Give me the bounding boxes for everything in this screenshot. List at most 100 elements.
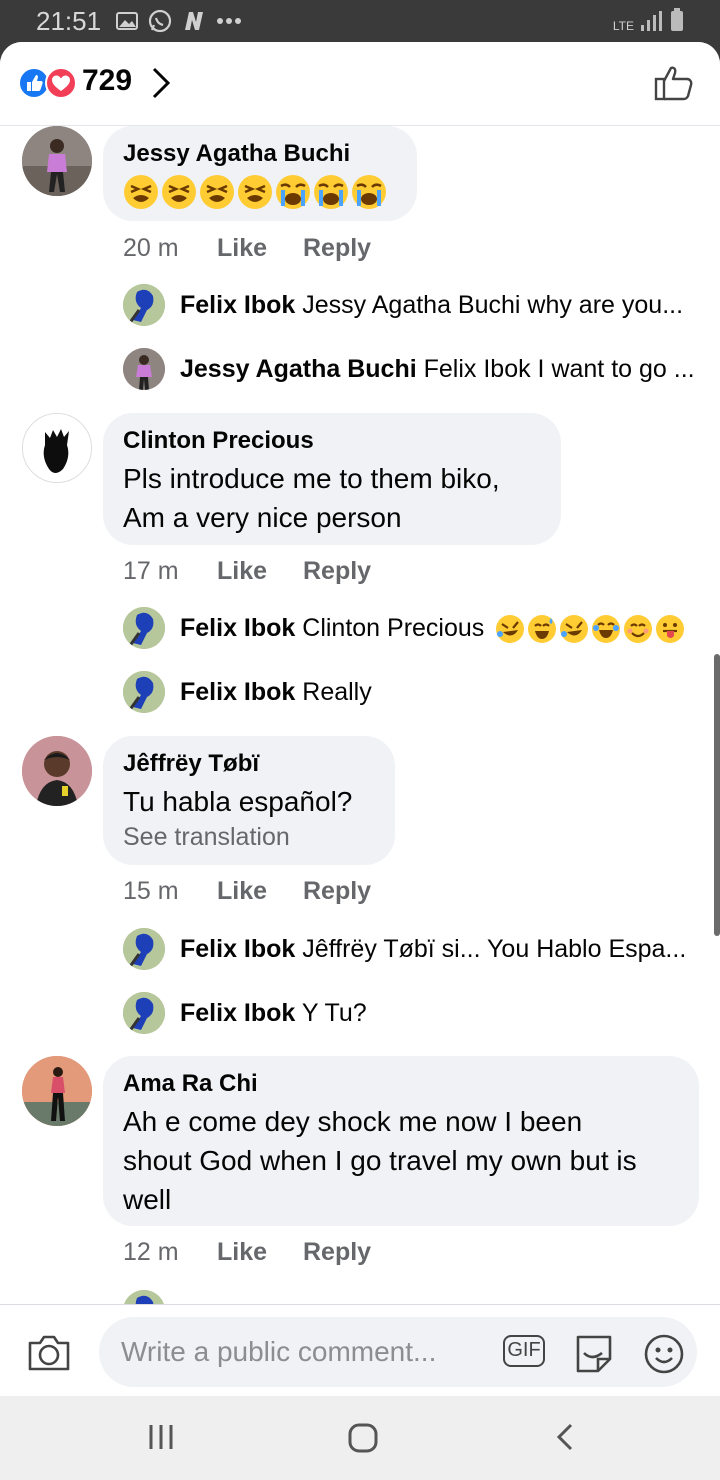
avatar[interactable] xyxy=(123,671,165,713)
sticker-icon[interactable] xyxy=(572,1331,616,1375)
avatar[interactable] xyxy=(123,992,165,1034)
avatar[interactable] xyxy=(22,736,92,806)
comment-time: 12 m xyxy=(123,1238,179,1266)
tired-face-emoji xyxy=(162,175,196,209)
comment-text-line: Pls introduce me to them biko, xyxy=(123,463,500,494)
tongue-emoji xyxy=(656,615,685,644)
camera-icon[interactable] xyxy=(26,1333,72,1373)
comment-composer: GIF xyxy=(0,1304,720,1396)
back-icon[interactable] xyxy=(553,1422,577,1452)
reply-button[interactable]: Reply xyxy=(303,234,371,263)
comment-text: Tu habla español? xyxy=(123,786,353,817)
signal-icon xyxy=(641,11,662,31)
comment-text-line: shout God when I go travel my own but is xyxy=(123,1145,637,1176)
like-button[interactable]: Like xyxy=(217,1238,267,1267)
avatar[interactable] xyxy=(123,1290,165,1304)
comment-text-line: Ah e come dey shock me now I been xyxy=(123,1106,583,1137)
reply-author[interactable]: Felix Ibok xyxy=(180,935,295,963)
reply-text: Felix Ibok I want to go ... xyxy=(423,355,695,383)
comment-text: Ah e come dey shock me now I been shout … xyxy=(123,1102,679,1219)
reply-author[interactable]: Felix Ibok xyxy=(180,678,295,706)
rofl-emoji xyxy=(496,615,525,644)
gallery-icon xyxy=(116,12,138,30)
reaction-count[interactable]: 729 xyxy=(82,64,132,98)
avatar[interactable] xyxy=(22,126,92,196)
reply-button[interactable]: Reply xyxy=(303,1238,371,1267)
joy-emoji xyxy=(592,615,621,644)
comment-bubble[interactable]: Jessy Agatha Buchi xyxy=(103,126,417,221)
blush-emoji xyxy=(624,615,653,644)
comment-bubble[interactable]: Clinton Precious Pls introduce me to the… xyxy=(103,413,561,545)
scrollbar[interactable] xyxy=(714,654,720,936)
reply-button[interactable]: Reply xyxy=(303,877,371,906)
home-icon[interactable] xyxy=(347,1422,379,1454)
reply-author[interactable]: Jessy Agatha Buchi xyxy=(180,355,417,383)
reply-cut-off[interactable] xyxy=(0,1290,720,1304)
comment-bubble[interactable]: Jêffrëy Tøbï Tu habla español? See trans… xyxy=(103,736,395,865)
avatar[interactable] xyxy=(123,284,165,326)
crying-face-emoji xyxy=(352,175,386,209)
emoji-icon[interactable] xyxy=(643,1333,685,1375)
chevron-right-icon[interactable] xyxy=(150,66,172,100)
reply-text: Clinton Precious xyxy=(302,614,485,642)
reply[interactable]: Felix Ibok Really xyxy=(0,671,720,715)
more-icon xyxy=(217,18,241,24)
rofl-emoji xyxy=(560,615,589,644)
comment-author[interactable]: Jêffrëy Tøbï xyxy=(123,750,375,778)
gif-label: GIF xyxy=(507,1339,541,1361)
reply[interactable]: Felix Ibok Jessy Agatha Buchi why are yo… xyxy=(0,284,720,328)
tired-face-emoji xyxy=(238,175,272,209)
reply[interactable]: Jessy Agatha Buchi Felix Ibok I want to … xyxy=(0,348,720,392)
crying-face-emoji xyxy=(276,175,310,209)
comment-time: 17 m xyxy=(123,557,179,585)
system-icons: LTE xyxy=(613,8,684,32)
comment-author[interactable]: Ama Ra Chi xyxy=(123,1070,679,1098)
sweat-smile-emoji xyxy=(528,615,557,644)
battery-icon xyxy=(671,8,683,31)
reply-text: Y Tu? xyxy=(301,999,367,1027)
status-time: 21:51 xyxy=(36,6,102,36)
reaction-icons[interactable] xyxy=(18,67,78,99)
reply-text: Really xyxy=(302,678,372,706)
gif-button[interactable]: GIF xyxy=(503,1335,545,1367)
comment-text: Pls introduce me to them biko, Am a very… xyxy=(123,459,541,537)
comment-bubble[interactable]: Ama Ra Chi Ah e come dey shock me now I … xyxy=(103,1056,699,1226)
avatar[interactable] xyxy=(123,607,165,649)
avatar[interactable] xyxy=(22,1056,92,1126)
reply-text: Jessy Agatha Buchi why are you... xyxy=(302,291,684,319)
reply-button[interactable]: Reply xyxy=(303,557,371,586)
see-translation-link[interactable]: See translation xyxy=(123,823,375,852)
like-button[interactable]: Like xyxy=(217,877,267,906)
emoji-text xyxy=(495,614,685,644)
comments-sheet: 729 Jessy Agatha Buchi 20 m Like Reply F… xyxy=(0,42,720,1396)
tired-face-emoji xyxy=(124,175,158,209)
comment-text-line: well xyxy=(123,1184,172,1215)
comments-list[interactable]: Jessy Agatha Buchi 20 m Like Reply Felix… xyxy=(0,126,720,1304)
comment-author[interactable]: Clinton Precious xyxy=(123,427,541,455)
like-button[interactable]: Like xyxy=(217,557,267,586)
avatar[interactable] xyxy=(22,413,92,483)
thumbs-up-icon[interactable] xyxy=(654,64,694,102)
comment-time: 20 m xyxy=(123,234,179,262)
reply-author[interactable]: Felix Ibok xyxy=(180,999,295,1027)
comment-author[interactable]: Jessy Agatha Buchi xyxy=(123,140,397,168)
comment-time: 15 m xyxy=(123,877,179,905)
recent-apps-icon[interactable] xyxy=(146,1422,176,1452)
reply-text: Jêffrëy Tøbï si... You Hablo Espa... xyxy=(302,935,687,963)
network-type: LTE xyxy=(612,19,634,33)
comment-text-line: Am a very nice person xyxy=(123,502,402,533)
reply[interactable]: Felix Ibok Y Tu? xyxy=(0,992,720,1036)
reply-author[interactable]: Felix Ibok xyxy=(180,291,295,319)
avatar[interactable] xyxy=(123,928,165,970)
avatar[interactable] xyxy=(123,348,165,390)
reply-author[interactable]: Felix Ibok xyxy=(180,614,295,642)
like-button[interactable]: Like xyxy=(217,234,267,263)
emoji-text xyxy=(123,174,387,210)
navigation-bar xyxy=(0,1396,720,1480)
notification-icons xyxy=(116,9,242,33)
status-bar: 21:51 LTE xyxy=(0,0,720,44)
crying-face-emoji xyxy=(314,175,348,209)
reply[interactable]: Felix Ibok Jêffrëy Tøbï si... You Hablo … xyxy=(0,928,720,972)
tired-face-emoji xyxy=(200,175,234,209)
reply[interactable]: Felix Ibok Clinton Precious xyxy=(0,607,720,651)
